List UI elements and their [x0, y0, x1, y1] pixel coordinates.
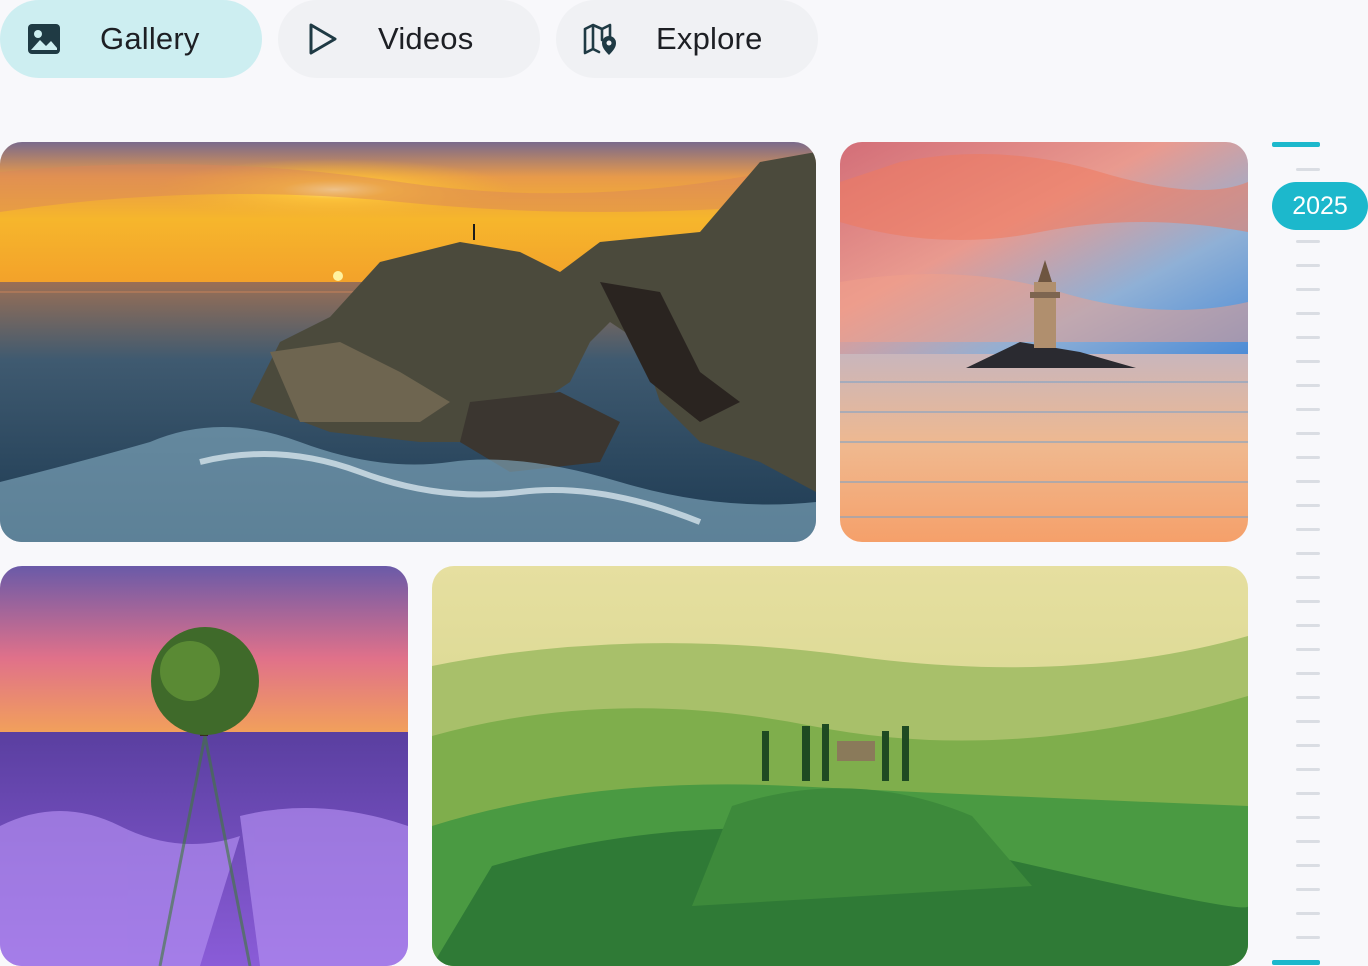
timeline-tick: [1296, 888, 1320, 891]
timeline-tick: [1296, 936, 1320, 939]
tab-videos[interactable]: Videos: [278, 0, 540, 78]
timeline-tick: [1296, 792, 1320, 795]
timeline-tick: [1296, 744, 1320, 747]
timeline-tick: [1296, 600, 1320, 603]
timeline-tick: [1296, 720, 1320, 723]
timeline-tick: [1296, 288, 1320, 291]
timeline-scrubber[interactable]: 2025: [1272, 140, 1368, 966]
timeline-tick: [1296, 576, 1320, 579]
photo-rolling-hills[interactable]: [432, 566, 1248, 966]
tab-gallery-label: Gallery: [100, 21, 200, 56]
timeline-tick: [1296, 504, 1320, 507]
timeline-tick: [1296, 264, 1320, 267]
timeline-tick: [1296, 336, 1320, 339]
photo-coastal-arch[interactable]: [0, 142, 816, 542]
photo-lighthouse[interactable]: [840, 142, 1248, 542]
timeline-tick: [1296, 432, 1320, 435]
timeline-tick: [1296, 240, 1320, 243]
timeline-tick: [1296, 864, 1320, 867]
timeline-tick: [1296, 840, 1320, 843]
photo-lavender-field[interactable]: [0, 566, 408, 966]
timeline-tick: [1296, 768, 1320, 771]
timeline-end-marker: [1272, 960, 1320, 965]
timeline-start-marker: [1272, 142, 1320, 147]
timeline-tick: [1296, 648, 1320, 651]
tab-videos-label: Videos: [378, 21, 474, 56]
tab-explore[interactable]: Explore: [556, 0, 818, 78]
tab-explore-label: Explore: [656, 21, 763, 56]
image-icon: [26, 21, 62, 57]
timeline-tick: [1296, 384, 1320, 387]
timeline-tick: [1296, 456, 1320, 459]
timeline-tick: [1296, 168, 1320, 171]
tab-bar: Gallery Videos Explore: [0, 0, 818, 78]
play-icon: [304, 21, 340, 57]
timeline-tick: [1296, 360, 1320, 363]
map-pin-icon: [582, 21, 618, 57]
timeline-tick: [1296, 696, 1320, 699]
timeline-tick: [1296, 528, 1320, 531]
timeline-tick: [1296, 672, 1320, 675]
timeline-tick: [1296, 816, 1320, 819]
timeline-tick: [1296, 408, 1320, 411]
year-badge[interactable]: 2025: [1272, 182, 1368, 230]
timeline-tick: [1296, 312, 1320, 315]
timeline-tick: [1296, 480, 1320, 483]
timeline-tick: [1296, 912, 1320, 915]
timeline-tick: [1296, 624, 1320, 627]
tab-gallery[interactable]: Gallery: [0, 0, 262, 78]
timeline-tick: [1296, 552, 1320, 555]
